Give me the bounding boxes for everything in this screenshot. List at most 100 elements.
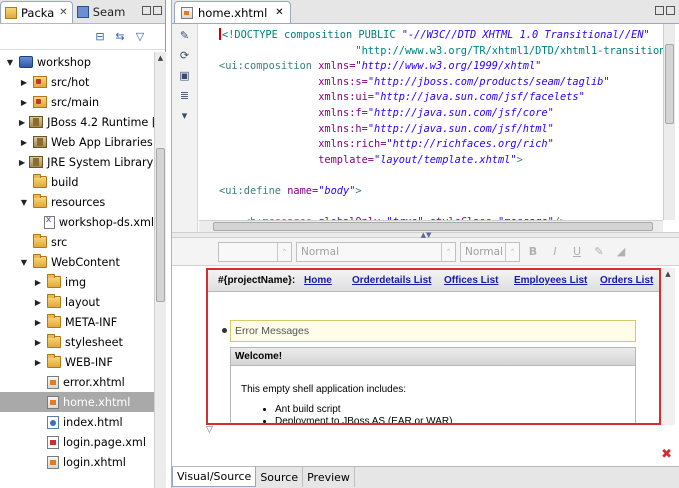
scroll-up-icon[interactable]: ▲ bbox=[155, 52, 166, 64]
expanded-arrow-icon[interactable]: ▼ bbox=[19, 197, 29, 207]
chevron-down-icon[interactable]: ⌃ bbox=[441, 242, 455, 261]
menu-link-orders[interactable]: Orders List bbox=[600, 275, 653, 286]
chevron-down-icon[interactable]: ▽ bbox=[206, 425, 213, 435]
visual-vertical-scrollbar[interactable]: ▲ bbox=[661, 268, 675, 425]
tree-item[interactable]: workshop-ds.xml bbox=[0, 212, 154, 232]
source-folder-icon bbox=[33, 76, 47, 88]
link-with-editor-icon[interactable]: ⇆ bbox=[113, 30, 127, 44]
chevron-down-icon[interactable]: ▾ bbox=[178, 108, 192, 122]
expanded-arrow-icon[interactable]: ▼ bbox=[5, 57, 15, 67]
source-token: name= bbox=[287, 184, 319, 197]
preview-icon[interactable]: ▣ bbox=[178, 68, 192, 82]
tree-item[interactable]: ▶ img bbox=[0, 272, 154, 292]
tab-package-explorer[interactable]: Packa ✕ bbox=[0, 1, 73, 23]
tab-visual-source[interactable]: Visual/Source bbox=[172, 467, 257, 487]
tree-item[interactable]: ▶ stylesheet bbox=[0, 332, 154, 352]
minimize-icon[interactable] bbox=[655, 6, 664, 15]
project-icon bbox=[19, 56, 33, 68]
collapsed-arrow-icon[interactable]: ▶ bbox=[33, 337, 43, 347]
tree-item[interactable]: ▶ JRE System Library [j bbox=[0, 152, 154, 172]
collapsed-arrow-icon[interactable]: ▶ bbox=[19, 157, 25, 167]
tree-item-label: WEB-INF bbox=[65, 355, 113, 369]
close-icon[interactable]: ✕ bbox=[275, 7, 283, 18]
maximize-icon[interactable] bbox=[153, 6, 162, 15]
minimize-icon[interactable] bbox=[142, 6, 151, 15]
collapsed-arrow-icon[interactable]: ▶ bbox=[33, 297, 43, 307]
menu-link-orderdetails[interactable]: Orderdetails List bbox=[352, 275, 444, 286]
tree-item[interactable]: ▼ workshop bbox=[0, 52, 154, 72]
scrollbar-thumb[interactable] bbox=[665, 44, 674, 124]
format-combo[interactable]: Normal ⌃ bbox=[296, 241, 456, 262]
editor-side-toolbar: ✎ ⟳ ▣ ≣ ▾ bbox=[172, 24, 198, 232]
style-combo[interactable]: ⌃ bbox=[218, 241, 292, 262]
tree-scrollbar[interactable]: ▲ bbox=[154, 52, 166, 488]
chevron-down-icon[interactable]: ⌃ bbox=[505, 242, 519, 261]
tab-preview[interactable]: Preview bbox=[303, 467, 355, 487]
collapsed-arrow-icon[interactable]: ▶ bbox=[19, 117, 25, 127]
source-token: "body" bbox=[318, 184, 356, 197]
source-token: "http://jboss.com/products/seam/taglib" bbox=[367, 75, 610, 88]
scrollbar-thumb[interactable] bbox=[213, 222, 653, 231]
tree-item[interactable]: index.html bbox=[0, 412, 154, 432]
menu-link-employees[interactable]: Employees List bbox=[514, 275, 600, 286]
menu-link-offices[interactable]: Offices List bbox=[444, 275, 514, 286]
collapsed-arrow-icon[interactable]: ▶ bbox=[19, 97, 29, 107]
tree-item[interactable]: error.xhtml bbox=[0, 372, 154, 392]
tree-item[interactable]: ▶ layout bbox=[0, 292, 154, 312]
bold-button[interactable]: B bbox=[524, 243, 542, 261]
close-icon[interactable]: ✕ bbox=[59, 7, 67, 18]
collapsed-arrow-icon[interactable]: ▶ bbox=[33, 357, 43, 367]
tree-item-label: layout bbox=[65, 295, 100, 309]
source-token bbox=[219, 138, 318, 150]
collapsed-arrow-icon[interactable]: ▶ bbox=[19, 137, 29, 147]
refresh-icon[interactable]: ⟳ bbox=[178, 48, 192, 62]
library-icon bbox=[33, 136, 47, 148]
tree-item[interactable]: login.page.xml bbox=[0, 432, 154, 452]
scroll-up-icon[interactable]: ▲ bbox=[661, 268, 675, 280]
visual-preview-pane[interactable]: #{projectName}: Home Orderdetails List O… bbox=[206, 268, 661, 425]
tree-item[interactable]: home.xhtml bbox=[0, 392, 154, 412]
highlight-icon[interactable]: ✎ bbox=[590, 243, 608, 261]
tree-item-label: src bbox=[51, 235, 68, 249]
font-color-icon[interactable]: ◢ bbox=[612, 243, 630, 261]
tree-item[interactable]: build bbox=[0, 172, 154, 192]
collapse-all-icon[interactable]: ⊟ bbox=[93, 30, 107, 44]
tree-item[interactable]: ▶ Web App Libraries bbox=[0, 132, 154, 152]
tree-item[interactable]: ▼ resources bbox=[0, 192, 154, 212]
list-item: Deployment to JBoss AS (EAR or WAR) bbox=[275, 416, 452, 423]
tree-item[interactable]: ▼ WebContent bbox=[0, 252, 154, 272]
source-vertical-scrollbar[interactable] bbox=[663, 24, 675, 220]
maximize-icon[interactable] bbox=[666, 6, 675, 15]
package-explorer-icon bbox=[5, 6, 17, 19]
error-messages-box: Error Messages bbox=[230, 320, 636, 342]
collapsed-arrow-icon[interactable]: ▶ bbox=[33, 277, 43, 287]
tree-item[interactable]: ▶ src/hot bbox=[0, 72, 154, 92]
tree-item[interactable]: ▶ META-INF bbox=[0, 312, 154, 332]
tab-home-xhtml[interactable]: home.xhtml ✕ bbox=[174, 1, 291, 23]
size-combo[interactable]: Normal ⌃ bbox=[460, 241, 520, 262]
tree-item[interactable]: src bbox=[0, 232, 154, 252]
tree-item[interactable]: ▶ WEB-INF bbox=[0, 352, 154, 372]
tree-item[interactable]: login.xhtml bbox=[0, 452, 154, 472]
menu-link-home[interactable]: Home bbox=[304, 275, 352, 286]
close-red-icon[interactable]: ✖ bbox=[661, 447, 672, 462]
tree-item[interactable]: ▶ src/main bbox=[0, 92, 154, 112]
editor-page-tabs: Visual/Source Source Preview bbox=[172, 466, 679, 488]
html-file-icon bbox=[47, 415, 59, 429]
expanded-arrow-icon[interactable]: ▼ bbox=[19, 257, 29, 267]
italic-button[interactable]: I bbox=[546, 243, 564, 261]
tab-source[interactable]: Source bbox=[256, 467, 304, 487]
tab-seam[interactable]: Seam bbox=[73, 1, 130, 23]
source-editor[interactable]: <!DOCTYPE composition PUBLIC "-//W3C//DT… bbox=[199, 24, 663, 232]
chevron-down-icon[interactable]: ⌃ bbox=[277, 242, 291, 261]
palette-icon[interactable]: ✎ bbox=[178, 28, 192, 42]
view-menu-icon[interactable]: ▽ bbox=[133, 30, 147, 44]
underline-button[interactable]: U bbox=[568, 243, 586, 261]
properties-icon[interactable]: ≣ bbox=[178, 88, 192, 102]
collapsed-arrow-icon[interactable]: ▶ bbox=[19, 77, 29, 87]
scrollbar-thumb[interactable] bbox=[156, 148, 165, 302]
source-folder-icon bbox=[33, 96, 47, 108]
tree-item[interactable]: ▶ JBoss 4.2 Runtime [JB bbox=[0, 112, 154, 132]
collapsed-arrow-icon[interactable]: ▶ bbox=[33, 317, 43, 327]
